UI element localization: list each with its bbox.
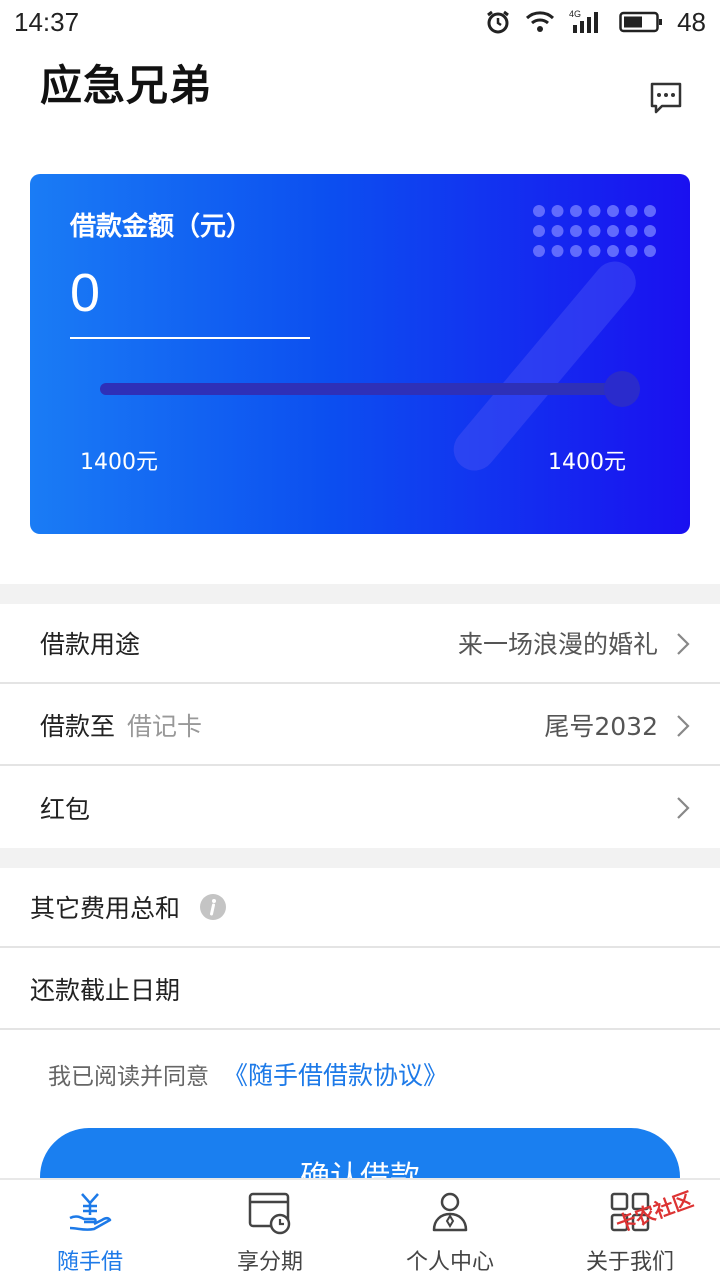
installment-clock-icon xyxy=(248,1192,291,1235)
decor-dot xyxy=(570,245,582,257)
person-icon xyxy=(432,1192,468,1232)
decor-dot xyxy=(533,205,545,217)
card-type-label: 借记卡 xyxy=(127,712,203,741)
hand-yen-icon xyxy=(69,1193,112,1231)
decor-dot xyxy=(588,245,601,257)
decor-dot xyxy=(625,205,638,217)
section-divider xyxy=(0,584,720,604)
loan-amount-card: 借款金额（元） 0 1400元 1400元 xyxy=(30,174,690,534)
loan-destination-row[interactable]: 借款至 借记卡 尾号2032 xyxy=(0,686,720,766)
decor-dot xyxy=(570,225,582,237)
info-icon[interactable] xyxy=(200,894,227,920)
other-fees-label: 其它费用总和 xyxy=(30,894,181,923)
tab-installment[interactable]: 享分期 xyxy=(180,1180,360,1280)
red-packet-row[interactable]: 红包 xyxy=(0,768,720,848)
decor-dot xyxy=(644,245,656,257)
agreement-line: 我已阅读并同意 《随手借借款协议》 xyxy=(48,1056,448,1092)
tab-label: 关于我们 xyxy=(585,1250,674,1275)
decor-dot xyxy=(570,205,582,217)
decor-dot xyxy=(533,225,545,237)
loan-purpose-label: 借款用途 xyxy=(40,630,141,659)
battery-icon xyxy=(619,11,663,33)
decor-dot xyxy=(625,225,638,237)
chevron-right-icon xyxy=(677,715,690,737)
due-date-label: 还款截止日期 xyxy=(30,976,181,1005)
amount-underline xyxy=(70,337,310,339)
bottom-tab-bar: 随手借 享分期 个人中心 关于我们 xyxy=(0,1178,720,1280)
tab-profile[interactable]: 个人中心 xyxy=(360,1180,540,1280)
due-date-row: 还款截止日期 xyxy=(0,950,720,1030)
tab-label: 享分期 xyxy=(236,1250,303,1275)
decor-dot xyxy=(588,205,601,217)
amount-slider-handle[interactable] xyxy=(604,371,640,407)
message-dots-icon[interactable] xyxy=(648,80,684,116)
battery-level: 48 xyxy=(677,6,706,37)
status-icons: 4G 48 xyxy=(485,7,706,38)
decor-dot xyxy=(625,245,638,257)
alarm-icon xyxy=(487,10,509,34)
decor-dot xyxy=(551,225,564,237)
signal-icon: 4G xyxy=(569,9,599,33)
status-time: 14:37 xyxy=(14,6,80,37)
agreement-text: 我已阅读并同意 xyxy=(48,1064,209,1090)
tab-label: 随手借 xyxy=(56,1250,123,1275)
amount-max-label: 1400元 xyxy=(548,450,626,475)
red-packet-label: 红包 xyxy=(40,795,91,824)
amount-slider-track[interactable] xyxy=(100,383,640,395)
network-type-label: 4G xyxy=(569,9,581,19)
page-title: 应急兄弟 xyxy=(40,61,213,110)
decor-dot xyxy=(644,225,656,237)
decor-dot xyxy=(607,225,619,237)
loan-purpose-value: 来一场浪漫的婚礼 xyxy=(457,630,658,659)
decor-dot xyxy=(551,205,564,217)
other-fees-row: 其它费用总和 xyxy=(0,868,720,948)
status-bar: 14:37 4G 48 xyxy=(0,0,720,44)
loan-destination-label: 借款至 xyxy=(40,712,116,741)
section-divider xyxy=(0,848,720,868)
decor-dot xyxy=(533,245,545,257)
card-tail-number: 尾号2032 xyxy=(544,712,658,741)
decor-dot xyxy=(607,205,619,217)
decor-dot xyxy=(607,245,619,257)
amount-min-label: 1400元 xyxy=(80,450,158,475)
loan-amount-value[interactable]: 0 xyxy=(70,262,100,324)
agreement-link[interactable]: 《随手借借款协议》 xyxy=(223,1056,448,1092)
tab-quick-loan[interactable]: 随手借 xyxy=(0,1180,180,1280)
chevron-right-icon xyxy=(677,633,690,655)
chevron-right-icon xyxy=(677,797,690,819)
decor-dot xyxy=(644,205,656,217)
loan-amount-label: 借款金额（元） xyxy=(70,212,253,242)
loan-purpose-row[interactable]: 借款用途 来一场浪漫的婚礼 xyxy=(0,604,720,684)
decor-dot xyxy=(588,225,601,237)
wifi-icon xyxy=(526,11,555,32)
tab-label: 个人中心 xyxy=(405,1250,494,1275)
decor-dot xyxy=(551,245,564,257)
